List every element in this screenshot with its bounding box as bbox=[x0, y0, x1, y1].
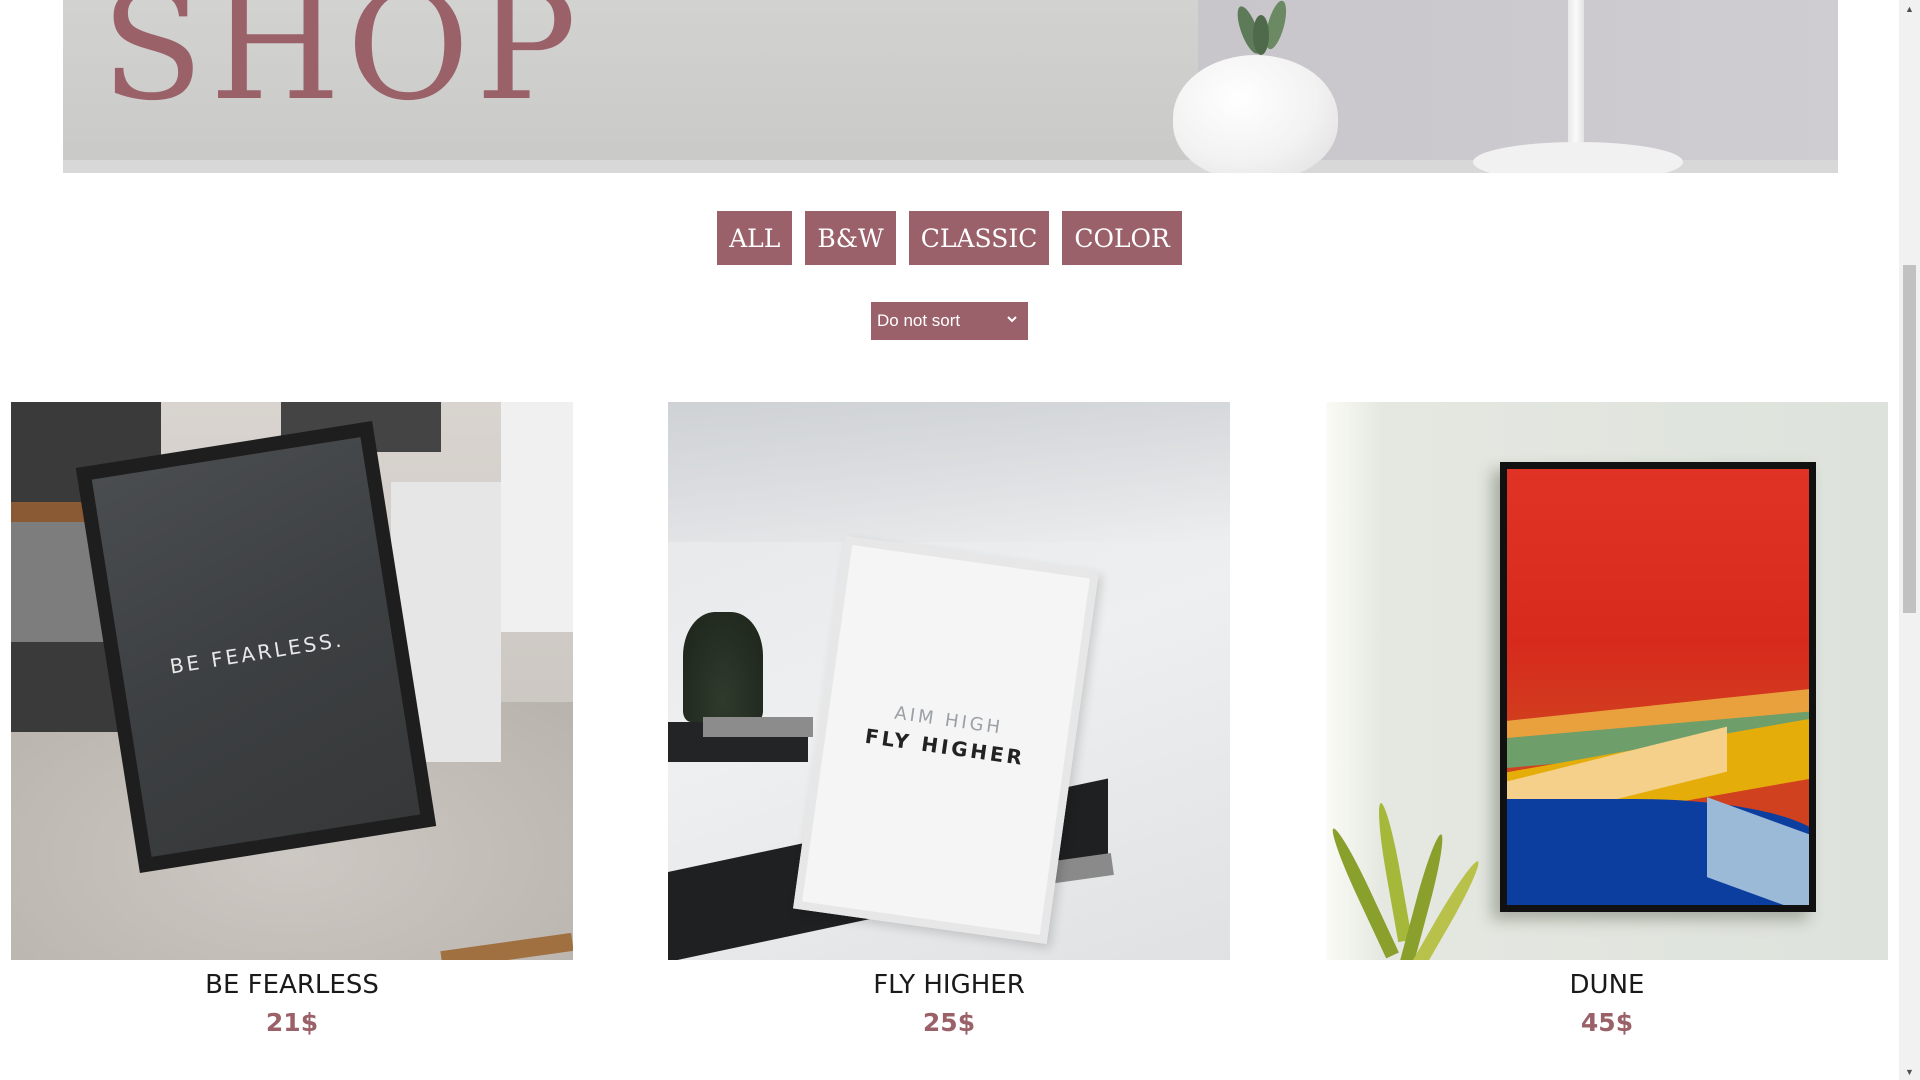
hero-banner: SHOP bbox=[63, 0, 1838, 173]
page: SHOP ALL B&W CLASSIC COLOR Do not sort B… bbox=[0, 0, 1899, 1080]
product-name[interactable]: DUNE bbox=[1326, 970, 1888, 1002]
product-image[interactable] bbox=[1326, 402, 1888, 960]
product-image[interactable]: BE FEARLESS. bbox=[11, 402, 573, 960]
scroll-down-arrow-icon[interactable]: ▼ bbox=[1899, 1063, 1920, 1080]
abstract-artwork bbox=[1507, 469, 1809, 905]
poster-frame: BE FEARLESS. bbox=[75, 421, 437, 873]
poster: BE FEARLESS. bbox=[91, 437, 421, 857]
filter-classic-button[interactable]: CLASSIC bbox=[908, 211, 1050, 265]
plant-leaf bbox=[1253, 15, 1269, 55]
product-card[interactable]: BE FEARLESS. BE FEARLESS 21$ bbox=[11, 402, 573, 1037]
product-price: 25$ bbox=[922, 1008, 976, 1037]
wall-shade bbox=[668, 402, 1230, 542]
scrollbar-thumb[interactable] bbox=[1903, 265, 1916, 613]
vertical-scrollbar[interactable]: ▲ ▼ bbox=[1899, 0, 1920, 1080]
filter-color-button[interactable]: COLOR bbox=[1062, 211, 1182, 265]
plant bbox=[683, 612, 763, 722]
plant-pot bbox=[1173, 55, 1338, 173]
product-name[interactable]: BE FEARLESS bbox=[11, 970, 573, 1002]
product-name[interactable]: FLY HIGHER bbox=[668, 970, 1230, 1002]
sort-select-value: Do not sort bbox=[877, 311, 961, 330]
sort-select[interactable]: Do not sort bbox=[871, 302, 1028, 340]
product-image[interactable]: AIM HIGH FLY HIGHER bbox=[668, 402, 1230, 960]
page-title: SHOP bbox=[101, 0, 583, 134]
product-card[interactable]: AIM HIGH FLY HIGHER FLY HIGHER 25$ bbox=[668, 402, 1230, 1037]
poster-frame: AIM HIGH FLY HIGHER bbox=[793, 536, 1099, 944]
filter-bar: ALL B&W CLASSIC COLOR bbox=[0, 211, 1899, 265]
door bbox=[501, 402, 573, 632]
poster-text: BE FEARLESS. bbox=[168, 627, 346, 679]
poster-frame bbox=[1500, 462, 1816, 912]
shelf-bracket bbox=[703, 717, 813, 737]
lamp-pole bbox=[1568, 0, 1584, 160]
product-price: 45$ bbox=[1580, 1008, 1634, 1037]
filter-bw-button[interactable]: B&W bbox=[805, 211, 896, 265]
product-card[interactable]: DUNE 45$ bbox=[1326, 402, 1888, 1037]
filter-all-button[interactable]: ALL bbox=[717, 211, 793, 265]
product-price: 21$ bbox=[265, 1008, 319, 1037]
chevron-down-icon bbox=[1007, 316, 1017, 323]
scroll-up-arrow-icon[interactable]: ▲ bbox=[1899, 0, 1920, 17]
